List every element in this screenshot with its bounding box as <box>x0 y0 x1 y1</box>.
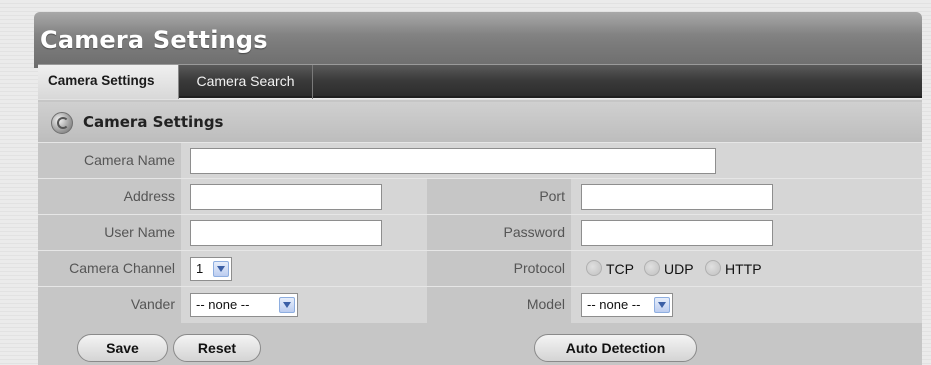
camera-channel-value: 1 <box>196 261 204 276</box>
user-name-input[interactable] <box>190 220 382 246</box>
vander-label: Vander <box>130 296 175 312</box>
address-input[interactable] <box>190 184 382 210</box>
row-address-port: Address Port <box>38 178 922 215</box>
port-label: Port <box>539 188 565 204</box>
camera-name-input[interactable] <box>190 148 716 174</box>
row-camera-name: Camera Name <box>38 142 922 179</box>
tab-camera-search[interactable]: Camera Search <box>179 65 313 99</box>
gear-icon <box>51 112 73 134</box>
port-input[interactable] <box>581 184 773 210</box>
vander-select[interactable]: -- none -- <box>190 293 298 317</box>
tab-bar: Camera Settings Camera Search <box>38 64 922 99</box>
row-channel-protocol: Camera Channel 1 Protocol TCP UDP HTTP <box>38 250 922 287</box>
password-input[interactable] <box>581 220 773 246</box>
vander-value: -- none -- <box>196 297 250 312</box>
tab-camera-settings[interactable]: Camera Settings <box>38 65 179 99</box>
protocol-tcp-radio[interactable] <box>586 260 602 276</box>
protocol-udp-radio[interactable] <box>644 260 660 276</box>
protocol-http-label: HTTP <box>725 261 762 277</box>
chevron-down-icon[interactable] <box>279 297 295 313</box>
row-vander-model: Vander -- none -- Model -- none -- <box>38 286 922 323</box>
model-select[interactable]: -- none -- <box>581 293 673 317</box>
camera-channel-select[interactable]: 1 <box>190 257 232 281</box>
user-name-label: User Name <box>104 224 175 240</box>
section-title: Camera Settings <box>83 113 224 131</box>
address-label: Address <box>123 188 175 204</box>
save-button[interactable]: Save <box>77 334 168 362</box>
chevron-down-icon[interactable] <box>654 297 670 313</box>
protocol-label: Protocol <box>513 260 565 276</box>
camera-name-label: Camera Name <box>83 152 175 168</box>
password-label: Password <box>503 224 565 240</box>
chevron-down-icon[interactable] <box>213 261 229 277</box>
auto-detection-button[interactable]: Auto Detection <box>534 334 697 362</box>
model-value: -- none -- <box>587 297 641 312</box>
camera-channel-label: Camera Channel <box>69 260 175 276</box>
model-label: Model <box>526 296 565 312</box>
protocol-udp-label: UDP <box>664 261 694 277</box>
page-title: Camera Settings <box>40 26 268 54</box>
protocol-http-radio[interactable] <box>705 260 721 276</box>
protocol-tcp-label: TCP <box>606 261 634 277</box>
row-user-password: User Name Password <box>38 214 922 251</box>
reset-button[interactable]: Reset <box>173 334 261 362</box>
